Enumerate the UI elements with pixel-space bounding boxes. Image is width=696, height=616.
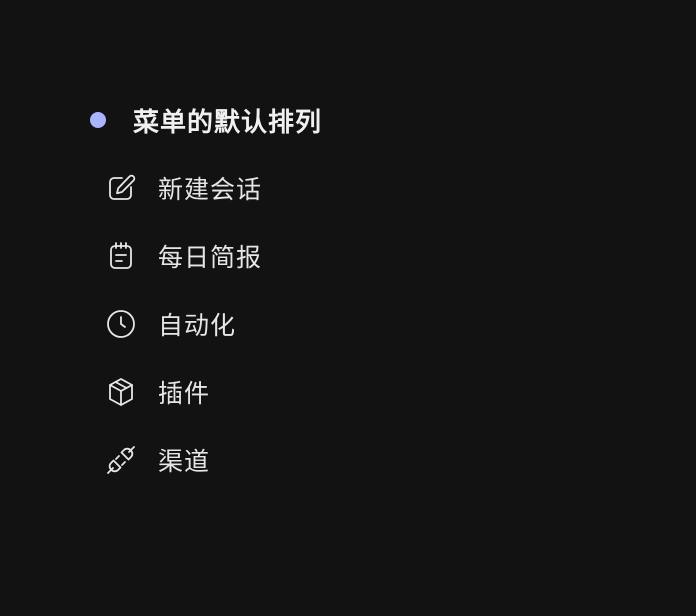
menu-item-label: 自动化 [158,311,237,340]
edit-icon [104,171,138,205]
cube-icon [104,375,138,409]
notepad-icon [104,239,138,273]
menu-item-label: 新建会话 [158,175,263,204]
menu-list: 新建会话 每日简报 自动化 插件 渠道 [104,166,262,494]
menu-item-plugins[interactable]: 插件 [104,358,262,426]
menu-item-label: 插件 [158,379,211,408]
menu-item-new-session[interactable]: 新建会话 [104,154,262,222]
plug-icon [104,443,138,477]
section-header: 菜单的默认排列 [90,102,322,138]
menu-panel: 菜单的默认排列 新建会话 每日简报 自动化 插件 渠道 [0,0,696,616]
menu-item-label: 渠道 [158,447,211,476]
section-title: 菜单的默认排列 [133,107,323,138]
clock-icon [104,307,138,341]
status-dot [90,112,106,128]
menu-item-automation[interactable]: 自动化 [104,290,262,358]
menu-item-channels[interactable]: 渠道 [104,426,262,494]
menu-item-label: 每日简报 [158,243,263,272]
menu-item-daily-brief[interactable]: 每日简报 [104,222,262,290]
